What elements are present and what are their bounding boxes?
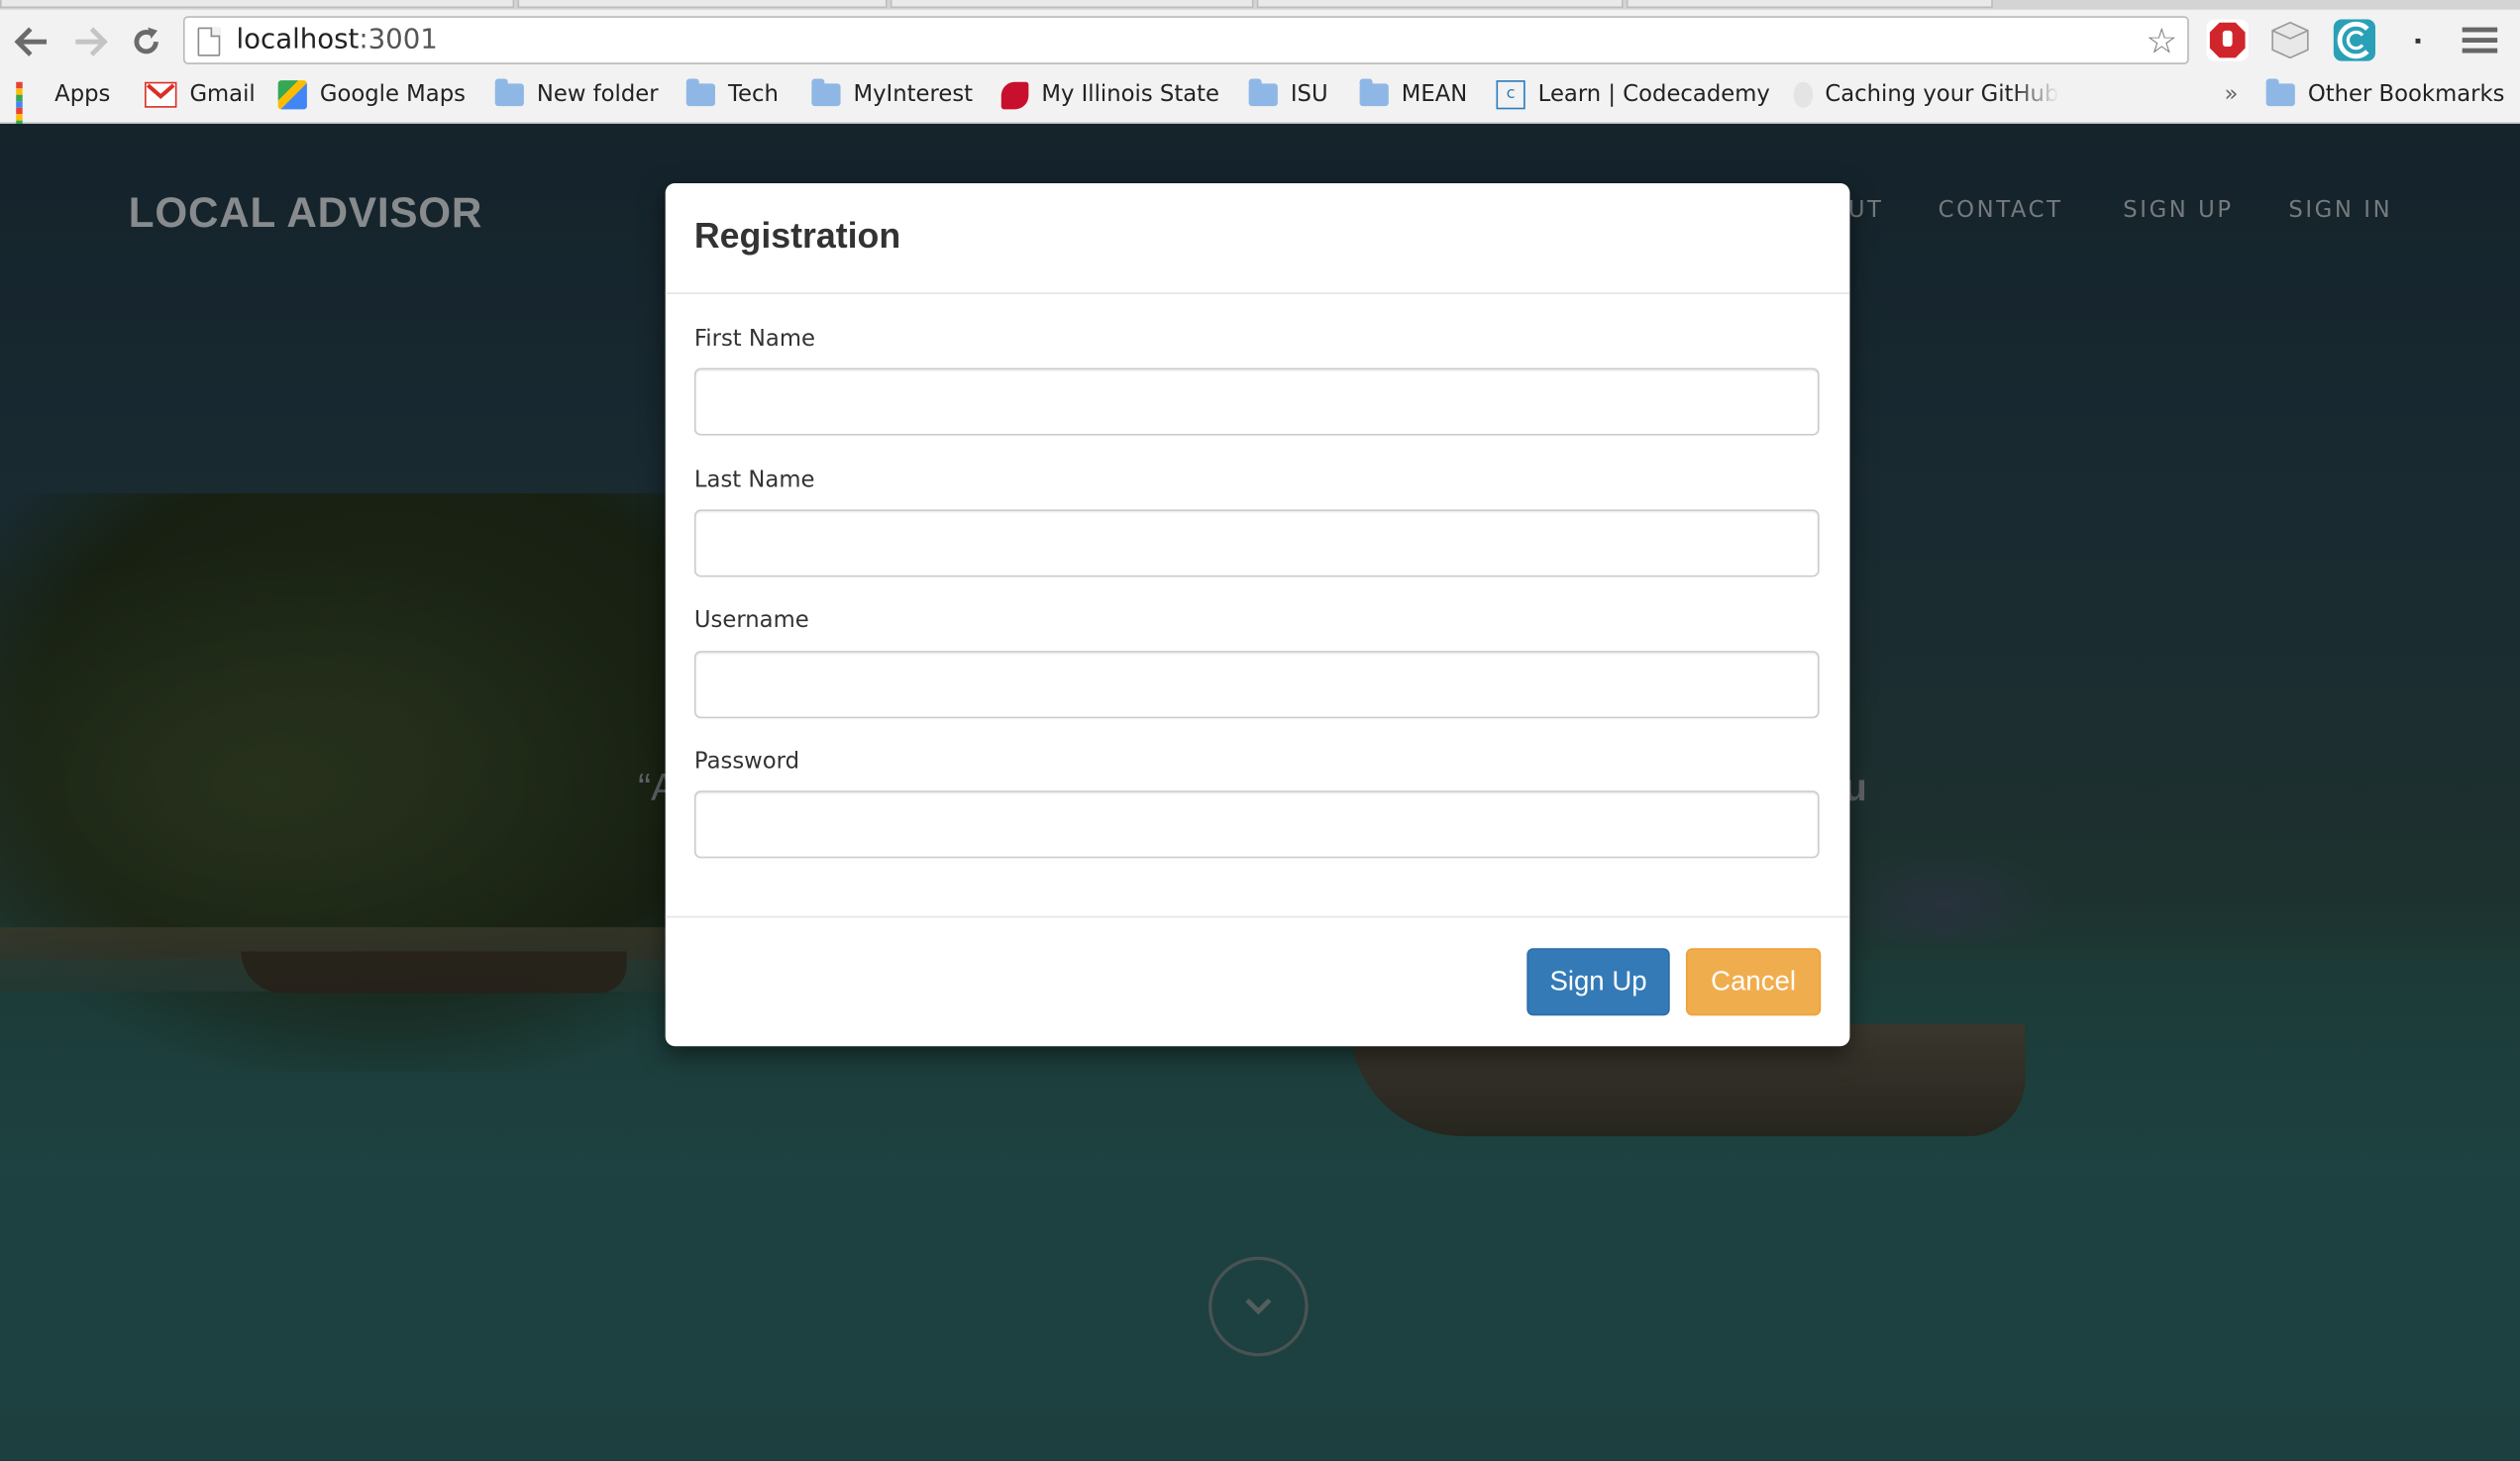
forward-button[interactable] <box>70 23 109 61</box>
first-name-label: First Name <box>693 326 815 353</box>
cube-icon <box>2271 21 2309 59</box>
back-button[interactable] <box>13 23 52 61</box>
folder-icon <box>1359 78 1389 107</box>
bookmarks-overflow-chevron[interactable]: » <box>2224 77 2238 113</box>
folder-icon <box>494 78 524 107</box>
adblock-extension[interactable] <box>2206 19 2249 61</box>
folder-icon <box>1248 78 1278 107</box>
gmail-icon <box>145 81 177 108</box>
bookmark-my-illinois-state[interactable]: My Illinois State <box>1000 77 1219 113</box>
bookmark-new-folder[interactable]: New folder <box>494 77 659 113</box>
redbird-icon <box>1000 80 1029 109</box>
bookmark-mean[interactable]: MEAN <box>1359 77 1467 113</box>
github-icon <box>1793 81 1813 108</box>
apps-grid-icon <box>16 81 42 141</box>
tab[interactable] <box>0 0 515 9</box>
username-input[interactable] <box>693 651 1820 719</box>
username-label: Username <box>693 607 809 634</box>
password-label: Password <box>693 749 800 776</box>
hamburger-menu-icon <box>2462 27 2498 53</box>
folder-icon <box>811 78 841 107</box>
page-icon <box>197 27 221 56</box>
last-name-input[interactable] <box>693 509 1820 577</box>
tab[interactable] <box>890 0 1254 9</box>
arrow-right-icon <box>75 27 108 56</box>
bookmark-myinterest[interactable]: MyInterest <box>811 77 973 113</box>
url-text[interactable]: localhost:3001 <box>237 24 438 55</box>
menu-button[interactable] <box>2459 19 2500 60</box>
sign-up-button[interactable]: Sign Up <box>1526 948 1670 1016</box>
modal-title: Registration <box>693 215 901 256</box>
tab[interactable] <box>517 0 888 9</box>
wave-extension[interactable] <box>2333 19 2375 61</box>
registration-modal: Registration First Name Last Name Userna… <box>665 182 1850 1048</box>
tab-strip <box>0 0 2520 10</box>
first-name-input[interactable] <box>693 367 1820 436</box>
bookmarks-bar: Apps Gmail Google Maps New folder Tech M… <box>0 70 2520 141</box>
tab[interactable] <box>1626 0 1993 9</box>
folder-icon <box>2265 78 2295 107</box>
browser-toolbar: localhost:3001 ☆ Apps Gmail Google Maps … <box>0 0 2520 141</box>
codecademy-icon: c <box>1496 80 1525 110</box>
dot-icon <box>2414 38 2420 43</box>
folder-icon <box>685 78 715 107</box>
bookmark-codecademy[interactable]: c Learn | Codecademy <box>1496 77 1770 113</box>
cube-extension[interactable] <box>2269 19 2311 60</box>
bookmark-other-bookmarks[interactable]: Other Bookmarks <box>2265 77 2504 113</box>
bookmark-google-maps[interactable]: Google Maps <box>277 77 466 113</box>
bookmark-isu[interactable]: ISU <box>1248 77 1328 113</box>
bookmark-gmail[interactable]: Gmail <box>145 77 256 113</box>
modal-footer: Sign Up Cancel <box>665 915 1850 1048</box>
cancel-button[interactable]: Cancel <box>1685 948 1822 1016</box>
bookmark-star-icon[interactable]: ☆ <box>2146 21 2177 62</box>
modal-header: Registration <box>665 183 1850 294</box>
bookmark-apps[interactable]: Apps <box>16 77 110 141</box>
stop-hand-icon <box>2209 22 2246 58</box>
bookmark-caching-github[interactable]: Caching your GitHub <box>1793 77 2058 113</box>
reload-icon <box>134 27 158 54</box>
arrow-left-icon <box>14 27 48 56</box>
tab[interactable] <box>1256 0 1624 9</box>
last-name-label: Last Name <box>693 468 815 494</box>
dot-extension[interactable] <box>2396 19 2438 60</box>
password-input[interactable] <box>693 790 1820 859</box>
google-maps-icon <box>277 80 307 110</box>
address-bar[interactable]: localhost:3001 ☆ <box>182 16 2189 64</box>
wave-icon <box>2337 21 2369 59</box>
reload-button[interactable] <box>127 23 165 61</box>
bookmark-tech[interactable]: Tech <box>685 77 779 113</box>
